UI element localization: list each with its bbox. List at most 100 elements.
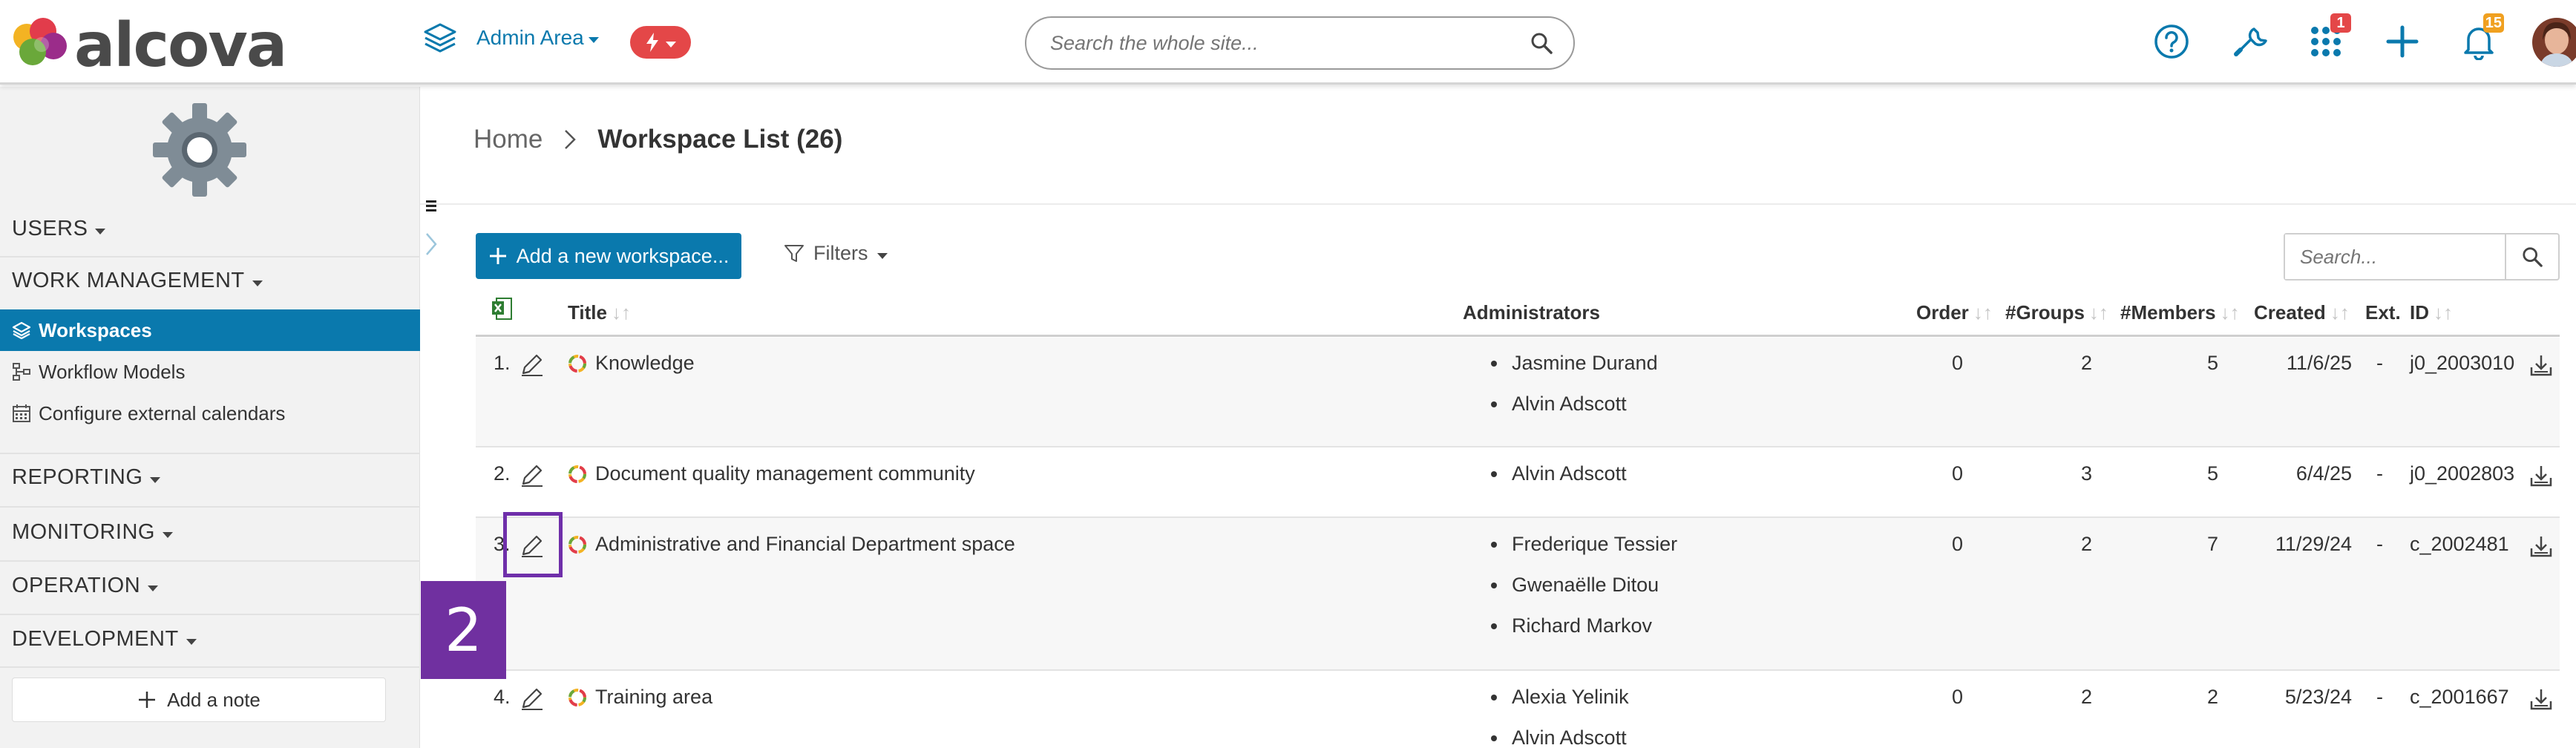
alcova-logo[interactable]: alcova	[10, 15, 287, 76]
chevron-down-icon	[252, 280, 263, 286]
table-row: 4. Training area Alexia Yelinik Alvin Ad…	[476, 671, 2560, 748]
sidebar-item-label: Workflow Models	[39, 360, 186, 383]
sidebar-section-users[interactable]: USERS	[12, 217, 106, 241]
table-search[interactable]	[2284, 233, 2560, 280]
search-icon	[2523, 247, 2543, 267]
notifications-button[interactable]: 15	[2457, 13, 2504, 64]
workspace-icon	[568, 465, 586, 483]
sidebar-divider	[0, 506, 420, 508]
ext-value: -	[2376, 533, 2383, 555]
table-search-input[interactable]	[2285, 234, 2505, 279]
admin-list: Jasmine Durand Alvin Adscott	[1491, 352, 1658, 433]
row-index: 2.	[494, 462, 511, 485]
sort-icon[interactable]: ↓↑	[612, 301, 631, 324]
search-icon[interactable]	[1530, 32, 1553, 54]
sidebar-section-monitoring[interactable]: MONITORING	[12, 520, 173, 545]
help-button[interactable]	[2149, 19, 2194, 64]
sidebar-item-label: Workspaces	[39, 318, 152, 341]
download-icon[interactable]	[2529, 463, 2554, 488]
sidebar-section-label: OPERATION	[12, 574, 141, 597]
workspace-title-link[interactable]: Training area	[595, 686, 712, 709]
download-icon[interactable]	[2529, 534, 2554, 559]
plus-icon	[2386, 25, 2419, 58]
site-search-input[interactable]	[1050, 31, 1530, 55]
sort-icon[interactable]: ↓↑	[2221, 301, 2240, 324]
workspace-title-link[interactable]: Knowledge	[595, 352, 695, 375]
sidebar-item-workspaces[interactable]: Workspaces	[0, 309, 420, 351]
add-note-button[interactable]: Add a note	[12, 678, 386, 722]
workspace-title-link[interactable]: Document quality management community	[595, 462, 975, 485]
breadcrumb: Home Workspace List (26)	[473, 125, 842, 154]
workflow-icon	[13, 363, 30, 381]
site-search[interactable]	[1025, 16, 1575, 70]
column-id[interactable]: ID ↓↑	[2410, 301, 2453, 324]
excel-export-icon[interactable]	[491, 297, 513, 321]
chevron-right-icon	[565, 130, 577, 149]
sidebar-section-label: WORK MANAGEMENT	[12, 269, 245, 292]
menu-icon[interactable]	[426, 200, 436, 212]
table-search-button[interactable]	[2505, 234, 2558, 279]
column-label: Order	[1916, 301, 1969, 324]
column-order[interactable]: Order ↓↑	[1916, 301, 1993, 324]
admin-name[interactable]: Gwenaëlle Ditou	[1491, 574, 1677, 614]
edit-pencil-icon[interactable]	[519, 685, 545, 712]
sidebar-divider	[0, 256, 420, 257]
workspace-title-link[interactable]: Administrative and Financial Department …	[595, 533, 1015, 556]
apps-button[interactable]: 1	[2304, 13, 2351, 64]
download-icon[interactable]	[2529, 686, 2554, 712]
download-icon[interactable]	[2529, 352, 2554, 378]
sidebar-item-label: Configure external calendars	[39, 401, 286, 424]
chevron-right-icon[interactable]	[425, 232, 438, 257]
user-avatar[interactable]	[2532, 18, 2576, 67]
sidebar-item-external-calendars[interactable]: Configure external calendars	[0, 393, 420, 434]
admin-name[interactable]: Frederique Tessier	[1491, 533, 1677, 574]
id-value: c_2001667	[2410, 686, 2509, 708]
add-workspace-label: Add a new workspace...	[516, 244, 730, 267]
sort-icon[interactable]: ↓↑	[2089, 301, 2108, 324]
sort-icon[interactable]: ↓↑	[1973, 301, 1993, 324]
quick-actions-button[interactable]	[630, 26, 691, 59]
table-header: Title ↓↑ Administrators Order ↓↑ #Groups…	[476, 294, 2560, 337]
admin-name[interactable]: Alvin Adscott	[1491, 726, 1629, 748]
tools-button[interactable]	[2226, 19, 2271, 64]
created-value: 11/6/25	[2286, 352, 2352, 374]
sidebar-section-operation[interactable]: OPERATION	[12, 574, 159, 598]
column-title[interactable]: Title ↓↑	[568, 301, 631, 324]
top-bar: alcova Admin Area Search the whole site.…	[0, 0, 2576, 85]
admin-name[interactable]: Alvin Adscott	[1491, 462, 1627, 503]
chevron-down-icon	[148, 585, 159, 591]
sidebar-item-workflow-models[interactable]: Workflow Models	[0, 351, 420, 393]
column-ext: Ext.	[2365, 301, 2401, 324]
header-divider	[420, 203, 2576, 205]
column-groups[interactable]: #Groups ↓↑	[2005, 301, 2108, 324]
edit-pencil-icon[interactable]	[519, 351, 545, 378]
sidebar-section-reporting[interactable]: REPORTING	[12, 465, 161, 490]
bolt-icon	[646, 33, 658, 52]
create-button[interactable]	[2380, 19, 2425, 64]
alcova-logo-mark	[13, 18, 67, 65]
edit-pencil-icon[interactable]	[519, 462, 545, 488]
groups-value: 3	[2080, 462, 2092, 485]
filters-label: Filters	[813, 242, 868, 264]
order-value: 0	[1951, 686, 1963, 708]
admin-name[interactable]: Alvin Adscott	[1491, 393, 1658, 433]
column-created[interactable]: Created ↓↑	[2254, 301, 2350, 324]
sort-icon[interactable]: ↓↑	[2330, 301, 2350, 324]
chevron-down-icon	[162, 531, 173, 538]
column-members[interactable]: #Members ↓↑	[2120, 301, 2240, 324]
admin-name[interactable]: Alexia Yelinik	[1491, 686, 1629, 726]
breadcrumb-home[interactable]: Home	[473, 125, 543, 154]
admin-area-menu[interactable]: Admin Area	[423, 22, 599, 53]
sidebar-section-work-management[interactable]: WORK MANAGEMENT	[12, 269, 263, 293]
admin-name[interactable]: Richard Markov	[1491, 614, 1677, 655]
filters-dropdown[interactable]: Filters	[784, 242, 888, 265]
column-label: #Members	[2120, 301, 2216, 324]
admin-name[interactable]: Jasmine Durand	[1491, 352, 1658, 393]
sidebar-divider	[0, 453, 420, 454]
created-value: 5/23/24	[2284, 686, 2352, 708]
order-value: 0	[1951, 462, 1963, 485]
sidebar-section-development[interactable]: DEVELOPMENT	[12, 627, 197, 652]
groups-value: 2	[2080, 686, 2092, 708]
sort-icon[interactable]: ↓↑	[2434, 301, 2453, 324]
add-workspace-button[interactable]: Add a new workspace...	[476, 233, 741, 279]
